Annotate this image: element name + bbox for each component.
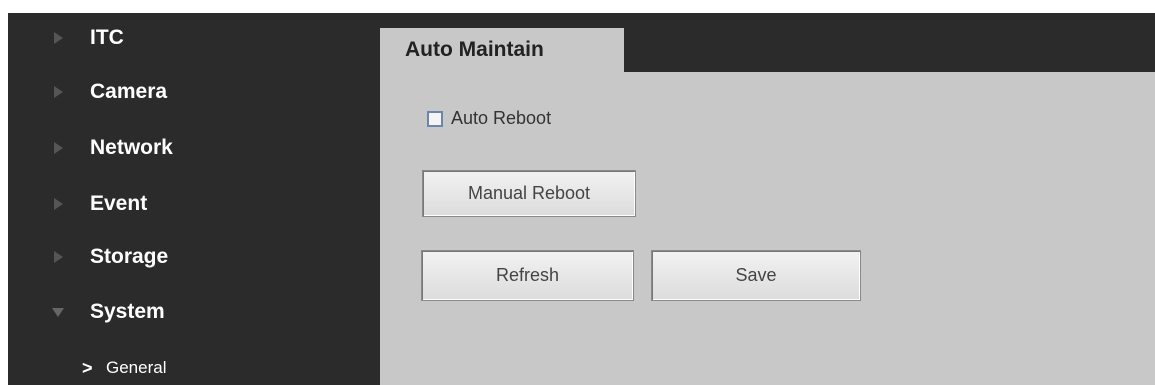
sidebar-subitem-general[interactable]: > General — [8, 351, 380, 385]
sidebar-item-label: Event — [90, 192, 148, 215]
sidebar-item-camera[interactable]: Camera — [8, 67, 380, 117]
sidebar-item-itc[interactable]: ITC — [8, 13, 380, 63]
sidebar-item-label: ITC — [90, 26, 124, 49]
sidebar-item-network[interactable]: Network — [8, 123, 380, 173]
sidebar-item-label: Storage — [90, 245, 169, 268]
triangle-right-icon — [54, 198, 63, 210]
sidebar-item-label: Network — [90, 136, 173, 159]
triangle-right-icon — [54, 251, 63, 263]
sidebar-item-label: System — [90, 300, 165, 323]
tab-label: Auto Maintain — [405, 38, 544, 61]
main-content: Auto Maintain Auto Reboot Manual Reboot … — [380, 13, 1155, 385]
sidebar-item-label: Camera — [90, 80, 168, 103]
auto-reboot-option[interactable]: Auto Reboot — [427, 108, 551, 129]
sidebar-item-event[interactable]: Event — [8, 179, 380, 229]
sidebar: ITC Camera Network Event Storage System … — [8, 13, 380, 385]
refresh-button[interactable]: Refresh — [421, 250, 634, 301]
sidebar-subitem-label: General — [106, 358, 167, 377]
sidebar-item-system[interactable]: System — [8, 287, 380, 337]
triangle-right-icon — [54, 32, 63, 44]
manual-reboot-button[interactable]: Manual Reboot — [422, 170, 636, 217]
tab-auto-maintain[interactable]: Auto Maintain — [380, 28, 624, 72]
triangle-right-icon — [54, 86, 63, 98]
tab-bar: Auto Maintain — [380, 13, 1155, 72]
save-button[interactable]: Save — [651, 250, 861, 301]
triangle-right-icon — [54, 142, 63, 154]
sidebar-item-storage[interactable]: Storage — [8, 232, 380, 282]
triangle-down-icon — [52, 307, 64, 317]
auto-reboot-label: Auto Reboot — [451, 108, 552, 128]
chevron-right-icon: > — [82, 357, 93, 378]
auto-reboot-checkbox[interactable] — [427, 110, 443, 127]
